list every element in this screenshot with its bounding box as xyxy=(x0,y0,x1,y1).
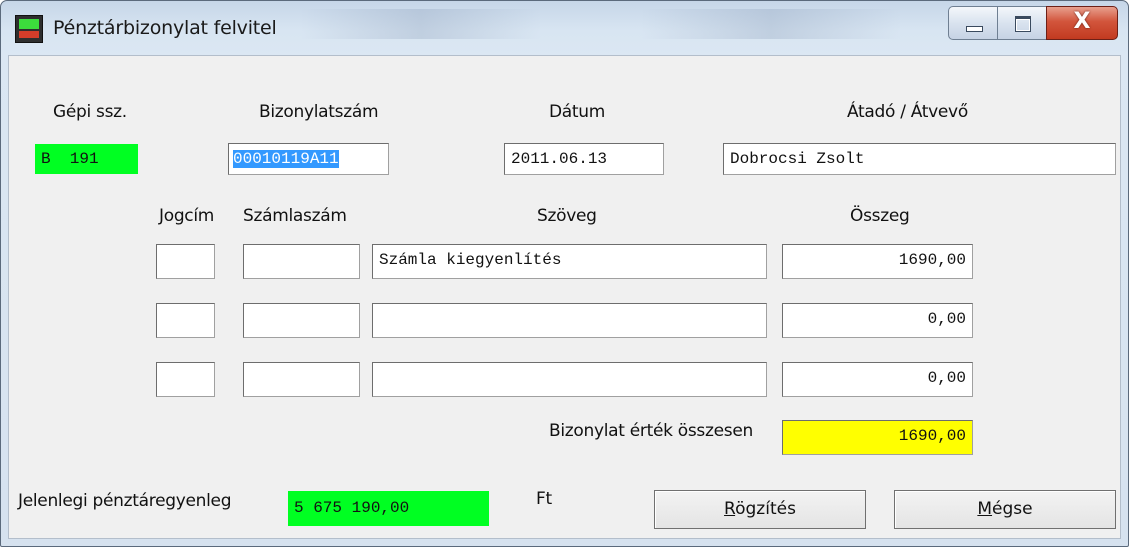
balance-unit: Ft xyxy=(536,489,552,509)
datum-field[interactable]: 2011.06.13 xyxy=(504,143,664,175)
row1-osszeg-field[interactable]: 1690,00 xyxy=(782,244,973,279)
close-icon: X xyxy=(1073,9,1091,34)
atado-atvevo-field[interactable]: Dobrocsi Zsolt xyxy=(723,143,1116,175)
row2-szoveg-field[interactable] xyxy=(372,303,767,338)
datum-label: Dátum xyxy=(549,102,606,122)
szoveg-header: Szöveg xyxy=(537,206,597,226)
minimize-button[interactable] xyxy=(948,6,998,40)
atado-atvevo-label: Átadó / Átvevő xyxy=(847,102,968,122)
bizonylatszam-label: Bizonylatszám xyxy=(259,102,379,122)
balance-field: 5 675 190,00 xyxy=(288,491,489,526)
cancel-button[interactable]: Mégse xyxy=(894,490,1116,529)
osszeg-header: Összeg xyxy=(850,206,910,226)
app-icon[interactable] xyxy=(15,15,43,43)
row2-jogcim-field[interactable] xyxy=(156,303,215,338)
row1-szoveg-field[interactable]: Számla kiegyenlítés xyxy=(372,244,767,279)
row3-osszeg-field[interactable]: 0,00 xyxy=(782,362,973,397)
bizonylatszam-field[interactable]: 00010119A11 xyxy=(228,143,389,175)
row3-jogcim-field[interactable] xyxy=(156,362,215,397)
row2-szamlaszam-field[interactable] xyxy=(243,303,360,338)
balance-label: Jelenlegi pénztáregyenleg xyxy=(18,491,232,511)
cancel-accelerator: M xyxy=(977,499,993,519)
jogcim-header: Jogcím xyxy=(159,206,215,226)
save-label: ögzítés xyxy=(735,499,796,519)
form-body xyxy=(8,55,1121,539)
maximize-button[interactable] xyxy=(997,6,1047,40)
maximize-icon xyxy=(1015,16,1031,32)
minimize-icon xyxy=(966,26,983,32)
close-button[interactable]: X xyxy=(1046,6,1118,40)
window-title: Pénztárbizonylat felvitel xyxy=(53,17,277,39)
window: Pénztárbizonylat felvitel X Gépi ssz. Bi… xyxy=(0,0,1129,547)
save-accelerator: R xyxy=(724,499,736,519)
titlebar-reflection xyxy=(641,9,901,39)
row1-jogcim-field[interactable] xyxy=(156,244,215,279)
title-bar[interactable]: Pénztárbizonylat felvitel X xyxy=(1,1,1128,55)
row3-szamlaszam-field[interactable] xyxy=(243,362,360,397)
total-label: Bizonylat érték összesen xyxy=(549,421,753,441)
gepi-ssz-field: B 191 xyxy=(35,144,138,174)
row3-szoveg-field[interactable] xyxy=(372,362,767,397)
row2-osszeg-field[interactable]: 0,00 xyxy=(782,303,973,338)
bizonylatszam-value: 00010119A11 xyxy=(233,150,339,168)
save-button[interactable]: Rögzítés xyxy=(654,490,866,529)
total-field: 1690,00 xyxy=(782,420,973,455)
titlebar-reflection xyxy=(301,9,541,39)
szamlaszam-header: Számlaszám xyxy=(243,206,347,226)
cancel-label: égse xyxy=(992,499,1033,519)
gepi-ssz-label: Gépi ssz. xyxy=(53,102,127,122)
row1-szamlaszam-field[interactable] xyxy=(243,244,360,279)
